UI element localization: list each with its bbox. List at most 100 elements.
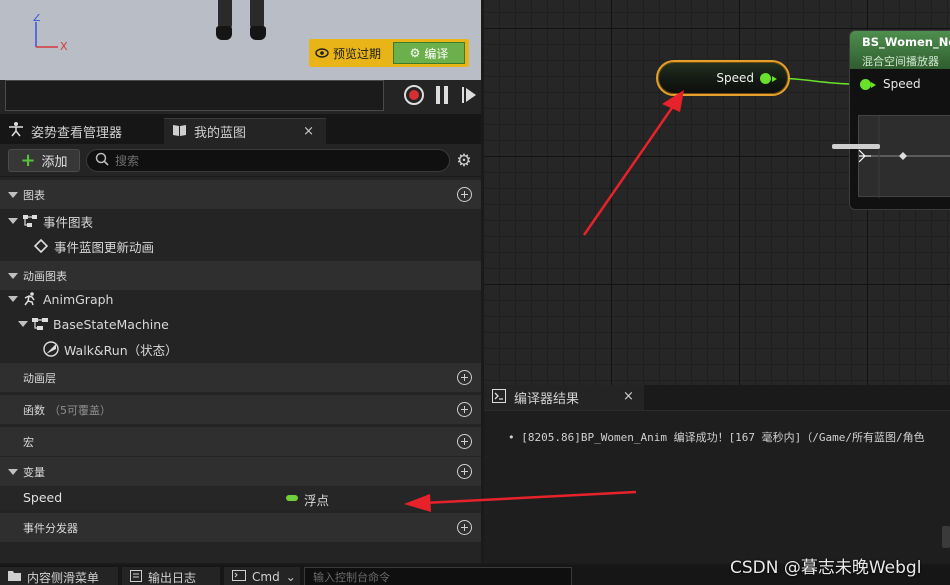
section-macros[interactable]: 宏 — [0, 427, 481, 456]
cmd-label: Cmd — [252, 570, 280, 584]
section-anim-graphs-label: 动画图表 — [23, 269, 67, 283]
viewport[interactable]: Z X 预览过期 ⚙ 编译 — [0, 0, 481, 80]
close-icon[interactable]: × — [623, 389, 634, 404]
tree-item-label: 事件蓝图更新动画 — [54, 239, 155, 255]
terminal-icon — [232, 570, 246, 584]
section-dispatchers[interactable]: 事件分发器 — [0, 513, 481, 542]
pause-button[interactable] — [436, 86, 448, 104]
speed-getter-node[interactable]: Speed — [656, 60, 790, 96]
anim-graph-canvas[interactable]: Speed BS_Women_No 混合空间播放器 Speed — [484, 0, 950, 385]
preview-outdated-label: 预览过期 — [333, 47, 382, 61]
chevron-down-icon — [8, 191, 18, 198]
tree-item-state-machine[interactable]: BaseStateMachine — [0, 312, 481, 336]
chevron-down-icon: ⌄ — [285, 570, 296, 584]
compiler-tab-label: 编译器结果 — [514, 392, 580, 407]
console-command-input[interactable] — [304, 567, 572, 585]
record-button[interactable] — [404, 85, 424, 105]
output-log-label: 输出日志 — [148, 570, 197, 585]
chevron-down-icon — [8, 296, 18, 302]
tree-item-event-blueprint-update[interactable]: 事件蓝图更新动画 — [0, 234, 481, 258]
section-variables-label: 变量 — [23, 465, 45, 479]
close-icon[interactable]: × — [303, 124, 314, 139]
plus-icon: + — [20, 149, 36, 171]
compiler-icon — [492, 388, 506, 407]
tab-my-blueprint-label: 我的蓝图 — [194, 126, 247, 141]
node-pin-label: Speed — [883, 77, 921, 91]
add-circle-icon[interactable] — [457, 434, 472, 449]
chevron-down-icon — [18, 321, 28, 327]
blendspace-player-node[interactable]: BS_Women_No 混合空间播放器 Speed — [849, 30, 950, 210]
variable-row[interactable]: Speed 浮点 — [0, 486, 481, 510]
add-circle-icon[interactable] — [457, 520, 472, 535]
character-legs — [210, 0, 272, 40]
input-pin-icon[interactable] — [860, 78, 876, 90]
left-tabbar: 姿势查看管理器 我的蓝图 × — [0, 114, 481, 144]
tree-item-state[interactable]: Walk&Run（状态） — [0, 337, 481, 361]
variable-name: Speed — [23, 490, 63, 505]
my-blueprint-tree: 图表 事件图表 事件蓝图更新动画 动画图表 AnimGraph BaseStat… — [0, 177, 481, 563]
blueprint-toolbar: + 添加 ⚙ — [0, 144, 481, 176]
add-circle-icon[interactable] — [457, 402, 472, 417]
axis-gizmo-icon: Z X — [33, 14, 68, 53]
add-button[interactable]: + 添加 — [8, 149, 80, 172]
chevron-down-icon — [8, 468, 18, 475]
axis-x-label: X — [60, 40, 68, 53]
content-drawer-button[interactable]: 内容侧滑菜单 — [0, 567, 118, 585]
gear-icon: ⚙ — [409, 46, 421, 60]
event-diamond-icon — [33, 238, 49, 254]
output-log-button[interactable]: 输出日志 — [122, 567, 220, 585]
book-icon — [172, 123, 187, 141]
section-anim-layers[interactable]: 动画层 — [0, 363, 481, 392]
tree-item-anim-graph[interactable]: AnimGraph — [0, 287, 481, 311]
tree-item-label: Walk&Run（状态） — [64, 342, 178, 358]
tab-my-blueprint[interactable]: 我的蓝图 × — [164, 118, 326, 144]
section-anim-graphs[interactable]: 动画图表 — [0, 261, 481, 290]
section-graphs-label: 图表 — [23, 188, 45, 202]
section-variables[interactable]: 变量 — [0, 457, 481, 486]
add-circle-icon[interactable] — [457, 464, 472, 479]
section-functions[interactable]: 函数 （5可覆盖） — [0, 395, 481, 424]
tree-item-label: AnimGraph — [43, 291, 114, 307]
section-graphs[interactable]: 图表 — [0, 180, 481, 209]
tab-pose-manager[interactable]: 姿势查看管理器 — [0, 118, 163, 144]
output-pin-icon[interactable] — [760, 73, 777, 84]
pose-icon — [8, 121, 24, 141]
section-dispatchers-label: 事件分发器 — [23, 521, 78, 535]
search-icon — [95, 152, 109, 169]
search-input[interactable] — [115, 153, 435, 168]
node-header: BS_Women_No 混合空间播放器 — [850, 31, 950, 69]
tree-item-event-graph[interactable]: 事件图表 — [0, 209, 481, 233]
timeline-scrubber[interactable] — [5, 80, 384, 111]
folder-icon — [8, 570, 21, 584]
tree-item-label: BaseStateMachine — [53, 316, 169, 332]
preview-outdated: 预览过期 — [315, 45, 381, 62]
add-circle-icon[interactable] — [457, 370, 472, 385]
log-icon — [130, 569, 142, 585]
axis-z-label: Z — [33, 14, 41, 24]
blendspace-preview — [858, 115, 950, 198]
cmd-dropdown[interactable]: Cmd ⌄ — [224, 567, 300, 585]
step-forward-button[interactable] — [462, 87, 476, 103]
add-circle-icon[interactable] — [457, 187, 472, 202]
scrollbar[interactable] — [942, 526, 950, 548]
compiler-message[interactable]: • [8205.86]BP_Women_Anim 编译成功！[167 毫秒内]（… — [508, 429, 925, 445]
content-drawer-label: 内容侧滑菜单 — [27, 570, 100, 585]
section-functions-label: 函数 — [23, 403, 45, 417]
speed-getter-label: Speed — [716, 71, 754, 85]
tab-compiler-results[interactable]: 编译器结果 × — [484, 385, 644, 410]
node-input-pin-row[interactable]: Speed — [860, 77, 921, 91]
section-functions-note: （5可覆盖） — [49, 403, 111, 417]
eye-icon — [315, 47, 329, 61]
preview-outdated-bar: 预览过期 ⚙ 编译 — [309, 39, 469, 67]
variable-type[interactable]: 浮点 — [304, 490, 329, 509]
search-box[interactable] — [86, 149, 450, 172]
tab-pose-manager-label: 姿势查看管理器 — [31, 125, 123, 141]
compiler-log: • [8205.86]BP_Women_Anim 编译成功！[167 毫秒内]（… — [484, 410, 950, 563]
blendspace-scrub-handle[interactable] — [832, 144, 880, 149]
compile-button[interactable]: ⚙ 编译 — [393, 42, 465, 64]
settings-gear-icon[interactable]: ⚙ — [455, 152, 473, 170]
float-type-pill-icon — [286, 495, 298, 501]
graph-nodes-icon — [22, 213, 38, 229]
state-icon — [43, 341, 59, 357]
state-machine-icon — [32, 316, 48, 332]
